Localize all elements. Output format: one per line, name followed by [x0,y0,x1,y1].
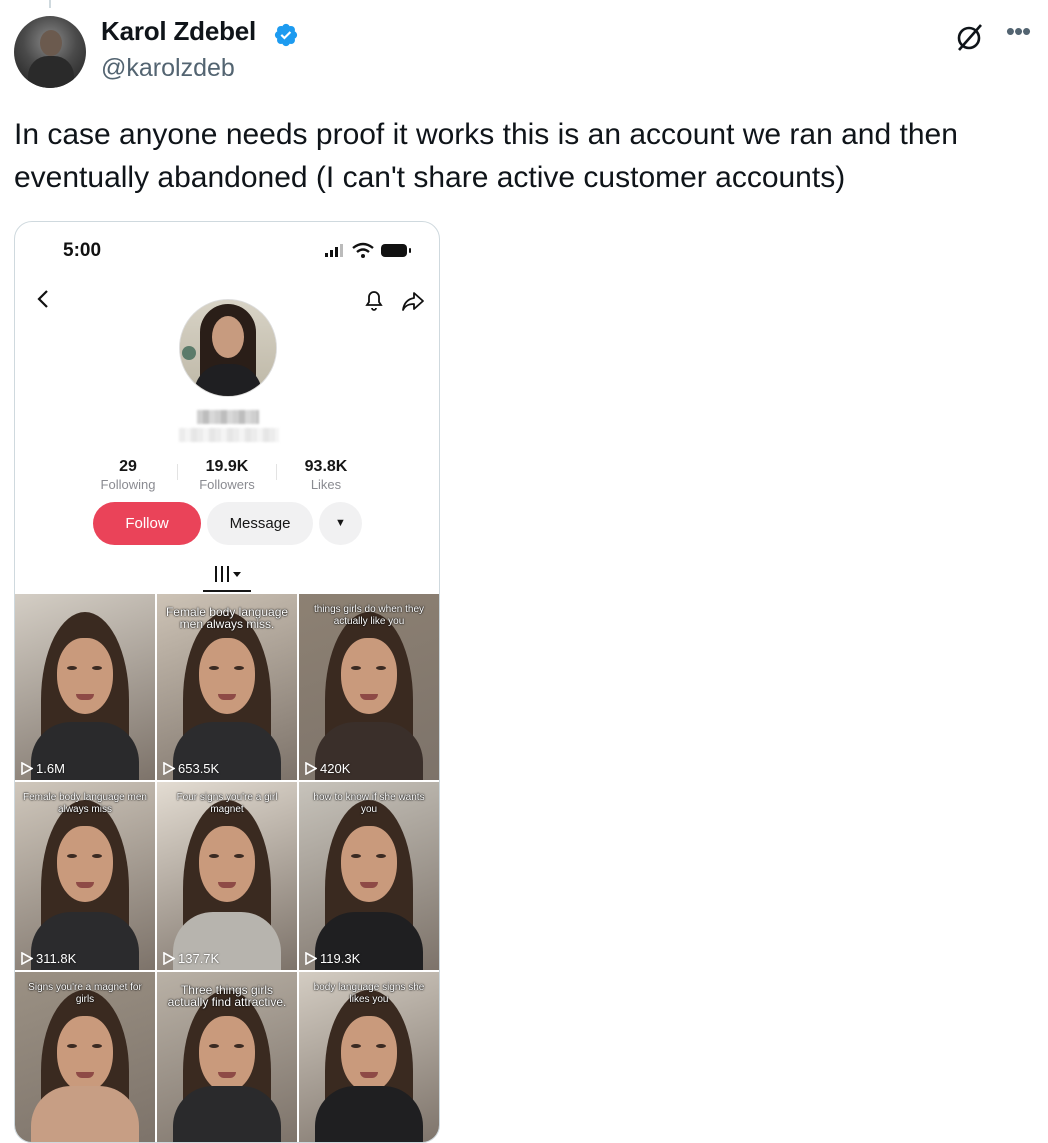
status-time: 5:00 [63,240,102,261]
video-view-count: 653.5K [163,761,219,776]
video-caption: Three things girls actually find attract… [167,983,287,1009]
author-avatar[interactable] [14,16,86,88]
video-thumbnail[interactable]: Three things girls actually find attract… [157,972,297,1142]
stat-divider [177,464,178,480]
video-thumbnail[interactable]: Four signs you're a girl magnet 137.7K [157,782,297,970]
verified-badge-icon [274,23,298,47]
tab-underline [203,590,251,592]
video-thumbnail[interactable]: Female body language men always miss 311.… [15,782,155,970]
share-icon[interactable] [401,290,425,312]
attached-image[interactable]: 5:00 29 Following 19.9K Followers 93.8K … [14,221,440,1143]
video-view-count: 311.8K [21,951,76,966]
profile-avatar[interactable] [179,299,277,397]
stat-likes[interactable]: 93.8K Likes [286,458,366,492]
view-count-text: 119.3K [320,951,361,966]
video-thumbnail[interactable]: 1.6M [15,594,155,780]
blurred-username [197,410,259,424]
blurred-handle [179,428,279,442]
video-caption: Female body language men always miss [23,792,147,815]
play-icon [305,951,318,966]
status-bar-icons [325,242,411,258]
video-caption: Female body language men always miss. [165,605,289,631]
video-thumbnail[interactable]: how to know if she wants you 119.3K [299,782,439,970]
video-thumbnail[interactable]: Female body language men always miss. 653… [157,594,297,780]
video-caption: Four signs you're a girl magnet [176,792,278,815]
view-count-text: 653.5K [178,761,220,776]
tweet-text: In case anyone needs proof it works this… [14,118,958,194]
video-thumbnail[interactable]: body language signs she likes you [299,972,439,1142]
video-view-count: 420K [305,761,350,776]
video-thumbnail[interactable]: things girls do when they actually like … [299,594,439,780]
author-handle[interactable]: @karolzdeb [101,54,235,83]
bell-icon[interactable] [363,288,385,312]
video-caption: things girls do when they actually like … [313,604,425,627]
view-count-text: 1.6M [36,761,65,776]
play-icon [21,761,34,776]
play-icon [21,951,34,966]
grok-icon[interactable] [953,20,987,54]
video-view-count: 119.3K [305,951,360,966]
video-thumbnail[interactable]: Signs you're a magnet for girls [15,972,155,1142]
more-icon[interactable]: ••• [1000,18,1036,48]
stat-divider [276,464,277,480]
view-count-text: 137.7K [178,951,220,966]
video-caption: Signs you're a magnet for girls [28,982,142,1005]
follow-button[interactable]: Follow [93,502,201,545]
video-caption: how to know if she wants you [313,792,425,815]
video-view-count: 1.6M [21,761,65,776]
caret-down-icon: ▼ [335,517,346,529]
video-view-count: 137.7K [163,951,219,966]
videos-grid-tab-icon[interactable] [209,564,245,584]
message-button[interactable]: Message [207,502,313,545]
video-caption: body language signs she likes you [313,982,425,1005]
view-count-text: 311.8K [36,951,77,966]
thread-line [49,0,51,8]
stat-following[interactable]: 29 Following [88,458,168,492]
play-icon [163,761,176,776]
back-icon[interactable] [33,288,53,310]
stat-followers[interactable]: 19.9K Followers [187,458,267,492]
play-icon [305,761,318,776]
play-icon [163,951,176,966]
view-count-text: 420K [320,761,351,776]
dropdown-button[interactable]: ▼ [319,502,362,545]
author-name[interactable]: Karol Zdebel [101,16,256,47]
